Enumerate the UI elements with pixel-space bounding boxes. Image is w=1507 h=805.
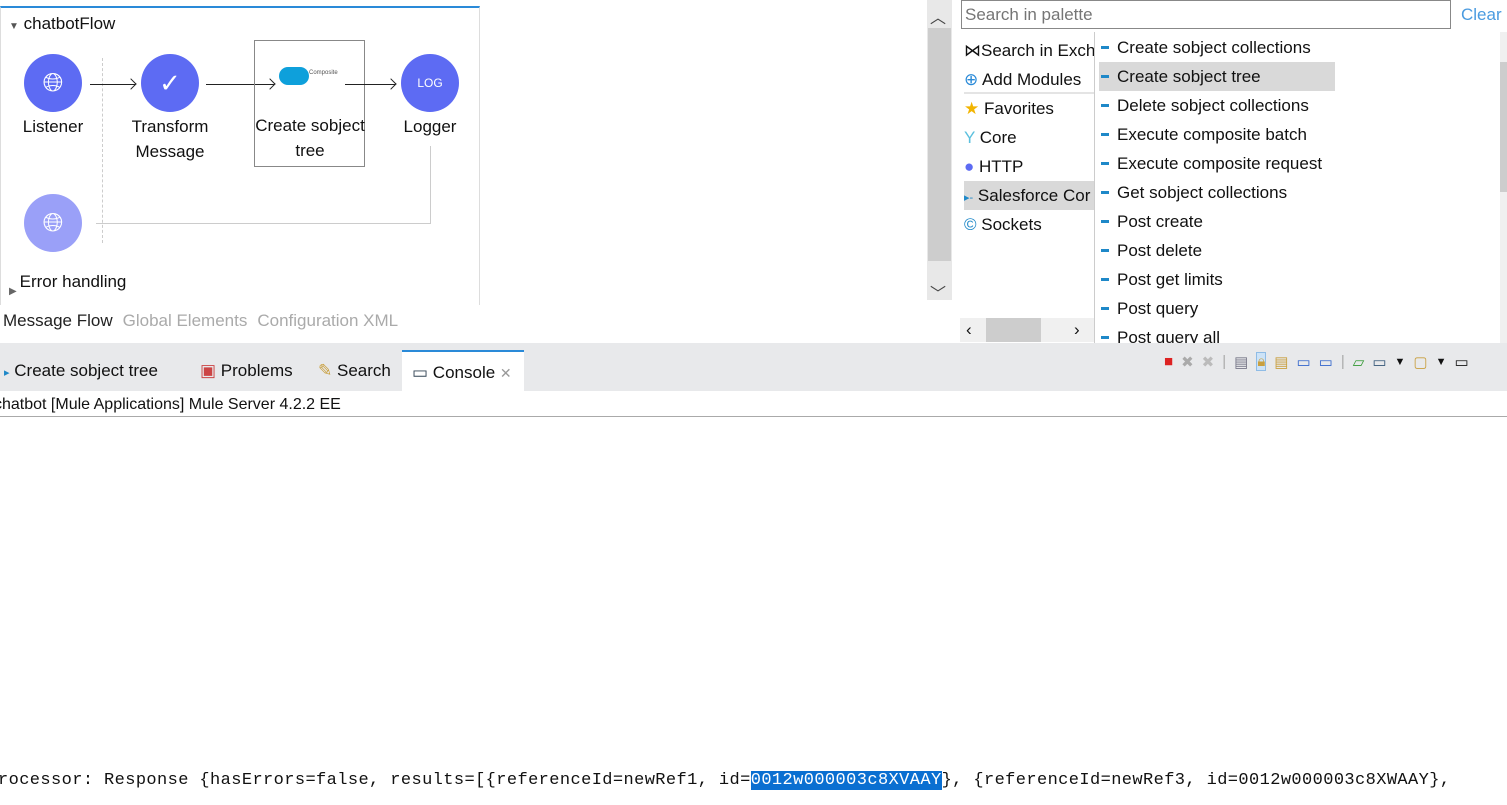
palette-operation[interactable]: Post get limits — [1099, 265, 1335, 294]
return-connector — [96, 146, 431, 224]
search-icon: ✎ — [318, 361, 333, 380]
console-title: chatbot [Mule Applications] Mule Server … — [0, 396, 341, 413]
scroll-down-icon[interactable]: ﹀ — [930, 280, 946, 304]
palette-operation[interactable]: Get sobject collections — [1099, 178, 1335, 207]
tab-configuration-xml[interactable]: Configuration XML — [257, 311, 398, 330]
scroll-thumb[interactable] — [928, 28, 951, 261]
logger-node[interactable]: LOG — [401, 54, 459, 112]
console-icon: ▭ — [412, 363, 429, 382]
tab-create-sobject-tree[interactable]: ▸ Create sobject tree — [4, 350, 158, 391]
logger-icon: LOG — [417, 76, 443, 90]
logo-text: Composite — [309, 70, 338, 76]
minimize-icon[interactable]: ▭ — [1454, 353, 1468, 371]
globe-icon: 🌐︎ — [42, 207, 64, 237]
node-label: Listener — [22, 117, 84, 136]
salesforce-icon: ▸ — [4, 367, 10, 379]
word-wrap-icon[interactable]: ▤ — [1274, 353, 1288, 371]
terminate-icon[interactable]: ■ — [1164, 353, 1173, 370]
remove-launch-icon[interactable]: ✖ — [1181, 353, 1194, 371]
scroll-right-icon: › — [1074, 320, 1080, 339]
show-console-stderr-icon[interactable]: ▭ — [1319, 353, 1333, 371]
scroll-thumb — [986, 318, 1041, 342]
category-core[interactable]: Y Core — [964, 123, 1094, 152]
palette-scrollbar[interactable] — [1500, 32, 1507, 343]
connector — [345, 84, 395, 85]
listener-node[interactable]: 🌐︎ — [24, 54, 82, 112]
divider — [1094, 32, 1095, 343]
tab-search[interactable]: ✎ Search — [318, 350, 391, 391]
vertical-scrollbar[interactable]: ︿ ﹀ — [927, 0, 952, 303]
star-icon: ★ — [964, 99, 980, 118]
close-icon: ✕ — [499, 365, 512, 381]
tab-message-flow[interactable]: Message Flow — [3, 311, 113, 330]
tab-console[interactable]: ▭ Console ✕ — [402, 350, 524, 392]
sockets-icon: © — [964, 215, 977, 234]
error-handling-label[interactable]: Error handling — [8, 269, 138, 294]
flow-canvas: ▼ chatbotFlow 🌐︎ Listener ✓ Transform Me… — [0, 6, 480, 305]
node-label: Logger — [403, 117, 457, 136]
palette-operation[interactable]: Post query — [1099, 294, 1335, 323]
palette-operation[interactable]: Execute composite batch — [1099, 120, 1335, 149]
flow-name[interactable]: ▼ chatbotFlow — [9, 14, 115, 34]
clear-link[interactable]: Clear — [1461, 5, 1502, 25]
palette-operation-selected[interactable]: Create sobject tree — [1099, 62, 1335, 91]
core-icon: Y — [964, 128, 976, 147]
editor-tabs: Message Flow Global Elements Configuration… — [3, 311, 408, 331]
scroll-lock-icon[interactable]: 🔒︎ — [1256, 352, 1267, 371]
category-salesforce[interactable]: ▸- Salesforce Cor — [964, 181, 1094, 210]
scroll-up-icon[interactable]: ︿ — [930, 4, 946, 28]
palette-operation[interactable]: Post delete — [1099, 236, 1335, 265]
scroll-left-icon: ‹ — [966, 320, 972, 339]
globe-icon: 🌐︎ — [42, 67, 64, 97]
chevron-down-icon[interactable]: ▼ — [1436, 356, 1447, 368]
console-output-line[interactable]: rocessor: Response {hasErrors=false, res… — [0, 771, 1450, 790]
problems-icon: ▣ — [200, 361, 217, 380]
salesforce-icon: ▸- — [964, 192, 974, 204]
transform-node[interactable]: ✓ — [141, 54, 199, 112]
open-console-icon[interactable]: ▢ — [1413, 353, 1427, 371]
tab-global-elements[interactable]: Global Elements — [123, 311, 248, 330]
remove-all-icon[interactable]: ✖ — [1202, 353, 1215, 371]
divider — [0, 416, 1507, 417]
palette-operation[interactable]: Post create — [1099, 207, 1335, 236]
palette-operation[interactable]: Execute composite request — [1099, 149, 1335, 178]
error-listener-node[interactable]: 🌐︎ — [24, 194, 82, 252]
horizontal-scrollbar[interactable]: ‹ › — [960, 318, 1094, 342]
clear-console-icon[interactable]: ▤ — [1234, 353, 1248, 371]
display-console-icon[interactable]: ▭ — [1372, 353, 1386, 371]
chevron-down-icon[interactable]: ▼ — [1395, 356, 1406, 368]
flow-title: chatbotFlow — [23, 14, 116, 33]
pin-console-icon[interactable]: ▱ — [1353, 353, 1365, 371]
connector — [90, 84, 135, 85]
category-search-exchange[interactable]: ⋈Search in Exch — [964, 36, 1094, 65]
selected-text: 0012w000003c8XVAAY — [750, 771, 942, 790]
palette-search-input[interactable] — [961, 0, 1451, 29]
tab-problems[interactable]: ▣ Problems — [200, 350, 293, 391]
http-icon: ● — [964, 157, 975, 176]
category-sockets[interactable]: © Sockets — [964, 210, 1094, 239]
show-console-stdout-icon[interactable]: ▭ — [1296, 353, 1310, 371]
category-favorites[interactable]: ★ Favorites — [964, 94, 1094, 123]
palette-operation[interactable]: Post query all — [1099, 323, 1335, 343]
palette-operation[interactable]: Create sobject collections — [1099, 33, 1335, 62]
category-http[interactable]: ● HTTP — [964, 152, 1094, 181]
palette-operation[interactable]: Delete sobject collections — [1099, 91, 1335, 120]
plus-icon: ⊕ — [964, 70, 979, 89]
console-toolbar: ■ ✖ ✖ | ▤ 🔒︎ ▤ ▭ ▭ | ▱ ▭ ▼ ▢ ▼ ▭ — [1164, 352, 1469, 371]
salesforce-icon — [279, 67, 309, 85]
category-add-modules[interactable]: ⊕ Add Modules — [964, 65, 1094, 94]
dataweave-icon: ✓ — [159, 67, 181, 98]
